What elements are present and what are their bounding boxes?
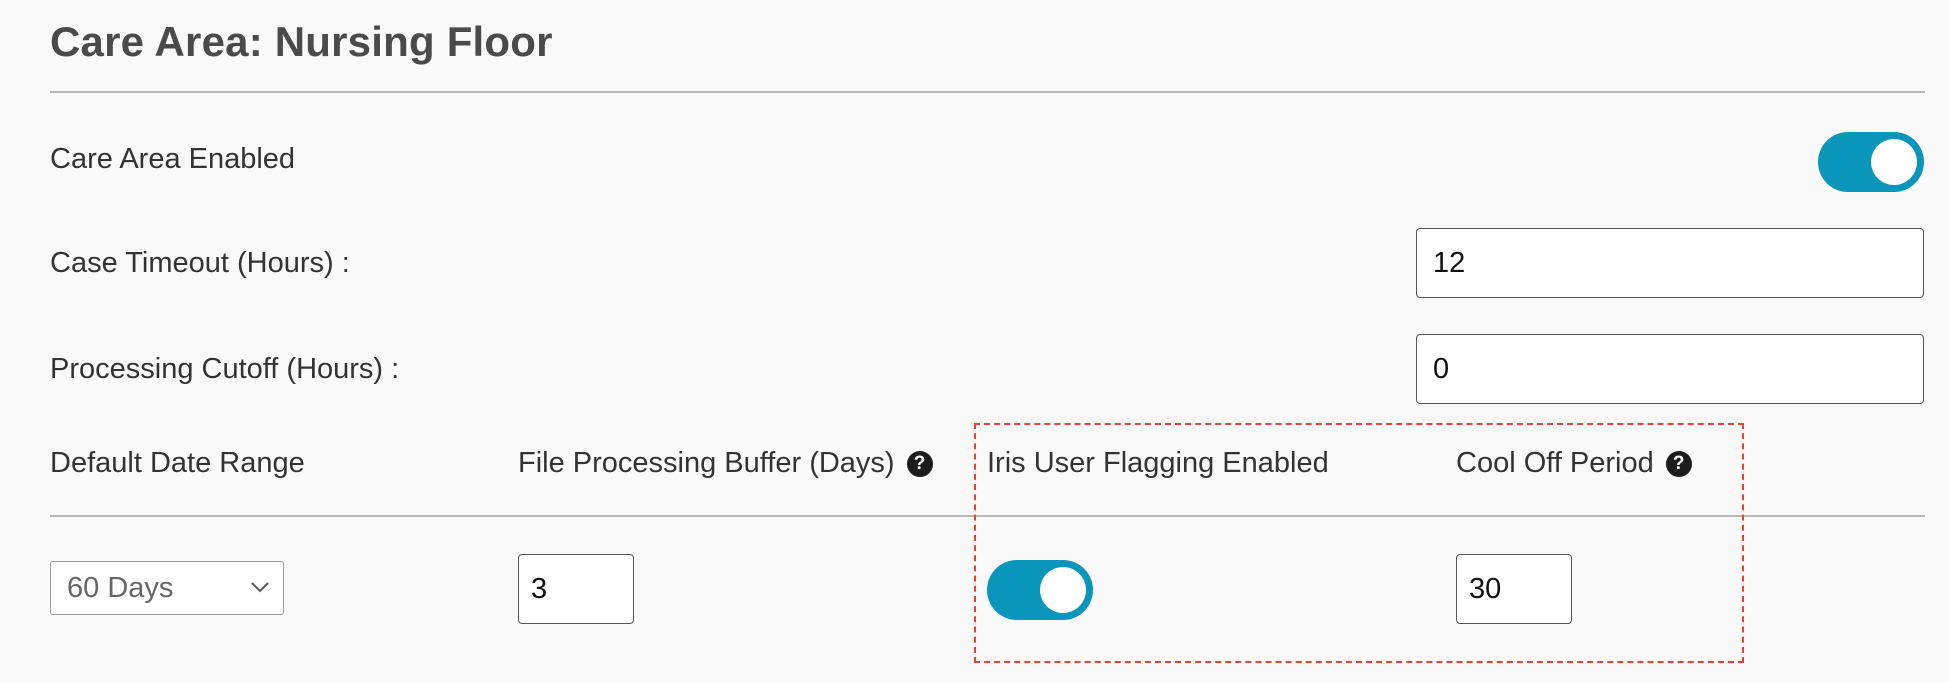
iris-user-flagging-text: Iris User Flagging Enabled xyxy=(987,447,1329,479)
page-title: Care Area: Nursing Floor xyxy=(50,18,553,65)
care-area-settings-page: Care Area: Nursing Floor Care Area Enabl… xyxy=(0,0,1950,682)
chevron-down-icon xyxy=(251,582,269,593)
file-processing-buffer-help-icon[interactable]: ? xyxy=(906,450,933,477)
default-date-range-text: Default Date Range xyxy=(50,447,305,479)
default-date-range-value: 60 Days xyxy=(67,572,174,604)
processing-cutoff-input[interactable] xyxy=(1416,334,1924,404)
file-processing-buffer-input[interactable] xyxy=(518,554,634,624)
cool-off-period-label: Cool Off Period ? xyxy=(1456,447,1692,480)
toggle-knob xyxy=(1871,139,1917,185)
default-date-range-select[interactable]: 60 Days xyxy=(50,561,284,615)
columns-divider xyxy=(50,515,1925,517)
file-processing-buffer-label: File Processing Buffer (Days) ? xyxy=(518,447,933,480)
case-timeout-label: Case Timeout (Hours) : xyxy=(50,247,350,279)
case-timeout-input[interactable] xyxy=(1416,228,1924,298)
toggle-knob xyxy=(1040,567,1086,613)
iris-user-flagging-label: Iris User Flagging Enabled xyxy=(987,447,1329,480)
default-date-range-label: Default Date Range xyxy=(50,447,305,480)
care-area-enabled-label: Care Area Enabled xyxy=(50,143,296,175)
iris-user-flagging-toggle[interactable] xyxy=(987,560,1093,620)
cool-off-period-help-icon[interactable]: ? xyxy=(1665,450,1692,477)
cool-off-period-input[interactable] xyxy=(1456,554,1572,624)
title-divider xyxy=(50,91,1925,93)
file-processing-buffer-text: File Processing Buffer (Days) xyxy=(518,447,895,479)
processing-cutoff-label: Processing Cutoff (Hours) : xyxy=(50,353,400,385)
care-area-enabled-toggle[interactable] xyxy=(1818,132,1924,192)
cool-off-period-text: Cool Off Period xyxy=(1456,447,1654,479)
